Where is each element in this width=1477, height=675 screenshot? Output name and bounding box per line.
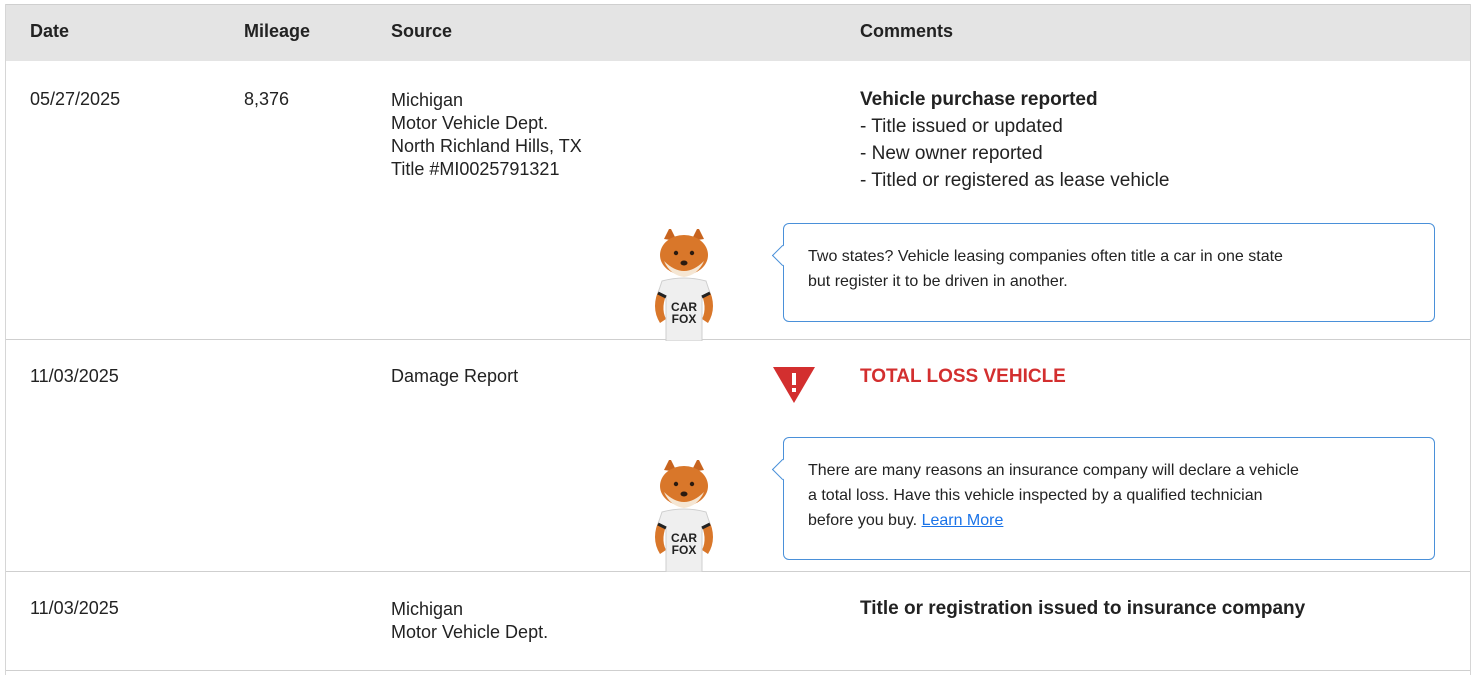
row-comments: Title or registration issued to insuranc… <box>860 595 1305 622</box>
tip-text: There are many reasons an insurance comp… <box>808 462 1299 479</box>
comment-item: - New owner reported <box>860 143 1043 164</box>
source-line: North Richland Hills, TX <box>391 136 582 156</box>
tip-callout: There are many reasons an insurance comp… <box>771 437 1435 560</box>
source-line: Michigan <box>391 90 464 110</box>
tip-text: before you buy. <box>808 512 918 529</box>
row-date: 11/03/2025 <box>30 366 119 386</box>
learn-more-link[interactable]: Learn More <box>922 512 1004 529</box>
row-comments: Vehicle purchase reported - Title issued… <box>860 86 1169 194</box>
source-line: Motor Vehicle Dept. <box>391 622 549 642</box>
comment-alert: TOTAL LOSS VEHICLE <box>860 366 1066 387</box>
header-comments: Comments <box>860 21 954 41</box>
table-row: 05/27/2025 8,376 Michigan Motor Vehicle … <box>6 61 1470 341</box>
source-line: Title #MI0025791321 <box>391 159 560 179</box>
tip-text: but register it to be driven in another. <box>808 273 1068 290</box>
row-date: 11/03/2025 <box>30 598 119 618</box>
row-source: Damage Report <box>391 363 518 390</box>
tip-text: a total loss. Have this vehicle inspecte… <box>808 487 1263 504</box>
mascot-shirt-text: FOX <box>672 543 697 557</box>
tip-pointer <box>771 458 794 481</box>
source-line: Damage Report <box>391 366 519 386</box>
table-header: Date Mileage Source Comments <box>6 4 1470 61</box>
carfox-mascot-icon: CAR FOX <box>655 229 713 341</box>
warning-triangle-icon <box>773 367 815 403</box>
tip-text-last: before you buy. Learn More <box>808 508 1412 533</box>
comment-title: Title or registration issued to insuranc… <box>860 598 1306 619</box>
row-mileage: 8,376 <box>244 89 290 109</box>
tip-callout: Two states? Vehicle leasing companies of… <box>771 223 1435 322</box>
source-line: Motor Vehicle Dept. <box>391 113 549 133</box>
tip-pointer <box>771 244 794 267</box>
row-date: 05/27/2025 <box>30 89 121 109</box>
table-row: 11/03/2025 Damage Report TOTAL LOSS VEHI… <box>6 340 1470 572</box>
row-source: Michigan Motor Vehicle Dept. North Richl… <box>391 89 582 181</box>
source-line: Michigan <box>391 599 464 619</box>
history-table: Date Mileage Source Comments 05/27/2025 … <box>5 4 1471 675</box>
table-row: 11/03/2025 Michigan Motor Vehicle Dept. … <box>6 572 1470 671</box>
comment-item: - Title issued or updated <box>860 116 1063 137</box>
header-date: Date <box>30 21 70 41</box>
row-source: Michigan Motor Vehicle Dept. <box>391 598 548 644</box>
tip-text: Two states? Vehicle leasing companies of… <box>808 248 1283 265</box>
mascot-shirt-text: FOX <box>672 312 697 326</box>
header-mileage: Mileage <box>244 21 311 41</box>
carfox-mascot-icon: CAR FOX <box>655 460 713 572</box>
header-source: Source <box>391 21 453 41</box>
comment-title: Vehicle purchase reported <box>860 89 1098 110</box>
comment-item: - Titled or registered as lease vehicle <box>860 170 1170 191</box>
